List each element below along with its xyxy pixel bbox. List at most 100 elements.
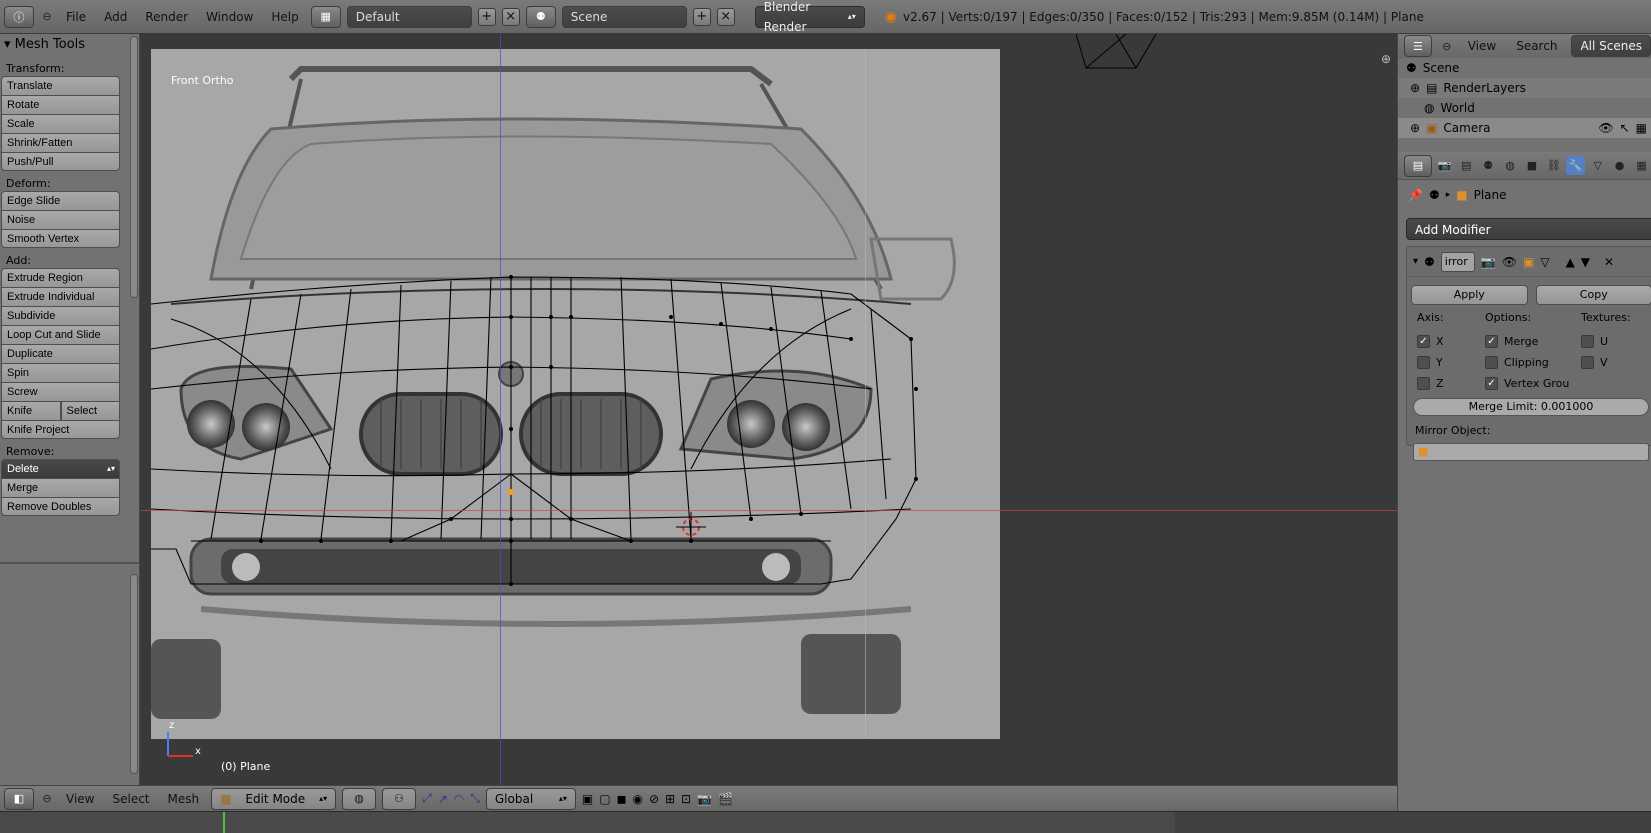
render-engine-select[interactable]: Blender Render ▴▾ (754, 0, 865, 34)
properties-editor-type-button[interactable]: ▤ (1404, 154, 1432, 177)
viewport-toggle-icon[interactable]: 👁 (1502, 255, 1517, 269)
texture-u-row[interactable]: U (1581, 331, 1651, 352)
renderability-camera-icon[interactable]: ▦ (1636, 121, 1647, 135)
mesh-tools-panel-header[interactable]: ▾ Mesh Tools (0, 34, 139, 56)
menu-help[interactable]: Help (265, 6, 304, 28)
scene-tab-icon[interactable]: ⚉ (1479, 156, 1498, 175)
vertex-select-icon[interactable]: ▣ (582, 792, 593, 806)
vertex-group-checkbox[interactable]: ✓ (1485, 377, 1498, 390)
menu-mesh[interactable]: Mesh (162, 788, 206, 810)
axis-x-checkbox[interactable]: ✓ (1417, 335, 1430, 348)
object-tab-icon[interactable]: ■ (1523, 156, 1542, 175)
menu-render[interactable]: Render (139, 6, 194, 28)
opengl-render-image-icon[interactable]: 📷 (697, 792, 712, 806)
remove-modifier-icon[interactable]: ✕ (1604, 255, 1614, 269)
apply-modifier-button[interactable]: Apply (1411, 285, 1528, 305)
outliner-row-renderlayers[interactable]: ⊕ ▤ RenderLayers (1398, 78, 1651, 98)
edge-slide-button[interactable]: Edge Slide (1, 191, 120, 210)
modifier-name-field[interactable]: irror (1440, 251, 1475, 272)
3d-cursor-icon[interactable] (676, 512, 706, 542)
manipulator-toggle-icon[interactable]: ⤢ (422, 791, 432, 806)
duplicate-button[interactable]: Duplicate (1, 344, 120, 363)
snap-toggle-icon[interactable]: ⊘ (649, 792, 659, 806)
camera-wireframe[interactable] (1076, 34, 1166, 70)
outliner-row-scene[interactable]: ⚉ Scene (1398, 58, 1651, 78)
timeline[interactable] (0, 811, 1651, 833)
collapse-triangle-icon[interactable]: ▾ (1413, 256, 1418, 267)
outliner-row-camera[interactable]: ⊕ ▣ Camera 👁 ↖ ▦ (1398, 118, 1651, 138)
noise-button[interactable]: Noise (1, 210, 120, 229)
push-pull-button[interactable]: Push/Pull (1, 152, 120, 171)
editmode-toggle-icon[interactable]: ▣ (1523, 255, 1534, 269)
scale-button[interactable]: Scale (1, 114, 120, 133)
outliner-menu-search[interactable]: Search (1510, 35, 1563, 57)
merge-button[interactable]: Merge (1, 478, 120, 497)
merge-checkbox[interactable]: ✓ (1485, 335, 1498, 348)
delete-menu-button[interactable]: Delete ▴▾ (1, 459, 120, 478)
texture-v-checkbox[interactable] (1581, 356, 1594, 369)
remove-scene-button[interactable]: × (716, 7, 735, 26)
menu-window[interactable]: Window (200, 6, 259, 28)
rotate-manipulator-icon[interactable]: ◠ (454, 792, 464, 806)
axis-y-checkbox[interactable] (1417, 356, 1430, 369)
texture-u-checkbox[interactable] (1581, 335, 1594, 348)
outliner-editor-type-button[interactable]: ☰ (1404, 35, 1432, 57)
pivot-point-select[interactable]: ⚇ (382, 787, 417, 810)
collapse-menu-icon[interactable]: ⊖ (1440, 39, 1454, 53)
translate-manipulator-icon[interactable]: ↗ (438, 792, 448, 806)
remove-layout-button[interactable]: × (501, 7, 520, 26)
cage-toggle-icon[interactable]: ▽ (1540, 255, 1549, 269)
texture-v-row[interactable]: V (1581, 352, 1651, 373)
add-layout-button[interactable]: + (477, 7, 496, 26)
visibility-eye-icon[interactable]: 👁 (1598, 121, 1613, 135)
vertex-group-row[interactable]: ✓ Vertex Grou (1485, 373, 1581, 394)
collapse-menu-icon[interactable]: ⊖ (40, 10, 54, 24)
viewport-shading-select[interactable]: ◍ (342, 787, 377, 810)
interaction-mode-select[interactable]: ▦ Edit Mode ▴▾ (211, 787, 337, 810)
scene-selector-button[interactable]: ⚉ (525, 5, 556, 28)
screen-layout-button[interactable]: ▦ (310, 5, 341, 28)
outliner-row-world[interactable]: ◍ World (1398, 98, 1651, 118)
render-tab-icon[interactable]: 📷 (1435, 156, 1454, 175)
smooth-vertex-button[interactable]: Smooth Vertex (1, 229, 120, 248)
selectability-arrow-icon[interactable]: ↖ (1620, 121, 1630, 135)
shrink-fatten-button[interactable]: Shrink/Fatten (1, 133, 120, 152)
modifiers-tab-icon[interactable]: 🔧 (1566, 156, 1586, 175)
transform-orientation-select[interactable]: Global ▴▾ (485, 787, 576, 810)
opengl-render-icon[interactable]: ⊡ (681, 792, 691, 806)
screen-layout-field[interactable]: Default (346, 5, 472, 28)
menu-add[interactable]: Add (98, 6, 133, 28)
render-layers-tab-icon[interactable]: ▤ (1457, 156, 1476, 175)
scene-field[interactable]: Scene (561, 5, 687, 28)
3d-viewport[interactable]: ⊕ Front Ortho z x (0) Plane (141, 34, 1397, 785)
3d-editor-type-button[interactable]: ◧ (4, 787, 34, 810)
collapse-menu-icon[interactable]: ⊖ (40, 792, 54, 806)
rotate-button[interactable]: Rotate (1, 95, 120, 114)
clipping-checkbox[interactable] (1485, 356, 1498, 369)
axis-x-row[interactable]: ✓ X (1417, 331, 1485, 352)
mirror-object-field[interactable]: ■ (1413, 443, 1649, 461)
move-up-icon[interactable]: ▲ (1566, 255, 1575, 269)
screw-button[interactable]: Screw (1, 382, 120, 401)
clipping-row[interactable]: Clipping (1485, 352, 1581, 373)
knife-button[interactable]: Knife (1, 401, 61, 420)
edge-select-icon[interactable]: ▢ (599, 792, 610, 806)
texture-tab-icon[interactable]: ▦ (1632, 156, 1651, 175)
knife-project-button[interactable]: Knife Project (1, 420, 120, 439)
face-select-icon[interactable]: ◼ (617, 792, 627, 806)
outliner-menu-view[interactable]: View (1462, 35, 1502, 57)
move-down-icon[interactable]: ▼ (1581, 255, 1590, 269)
copy-modifier-button[interactable]: Copy (1535, 285, 1651, 305)
proportional-edit-icon[interactable]: ◉ (633, 792, 643, 806)
add-modifier-menu[interactable]: Add Modifier (1406, 218, 1651, 240)
outliner-display-mode-select[interactable]: All Scenes (1571, 35, 1651, 57)
translate-button[interactable]: Translate (1, 76, 120, 95)
extrude-individual-button[interactable]: Extrude Individual (1, 287, 120, 306)
info-editor-type-button[interactable]: ⓘ (4, 5, 34, 28)
object-data-tab-icon[interactable]: ▽ (1588, 156, 1607, 175)
render-toggle-icon[interactable]: 📷 (1481, 255, 1496, 269)
expand-icon[interactable]: ⊕ (1410, 81, 1420, 95)
timeline-current-frame-cursor[interactable] (223, 812, 225, 833)
material-tab-icon[interactable]: ● (1610, 156, 1629, 175)
region-divider[interactable] (0, 562, 139, 564)
